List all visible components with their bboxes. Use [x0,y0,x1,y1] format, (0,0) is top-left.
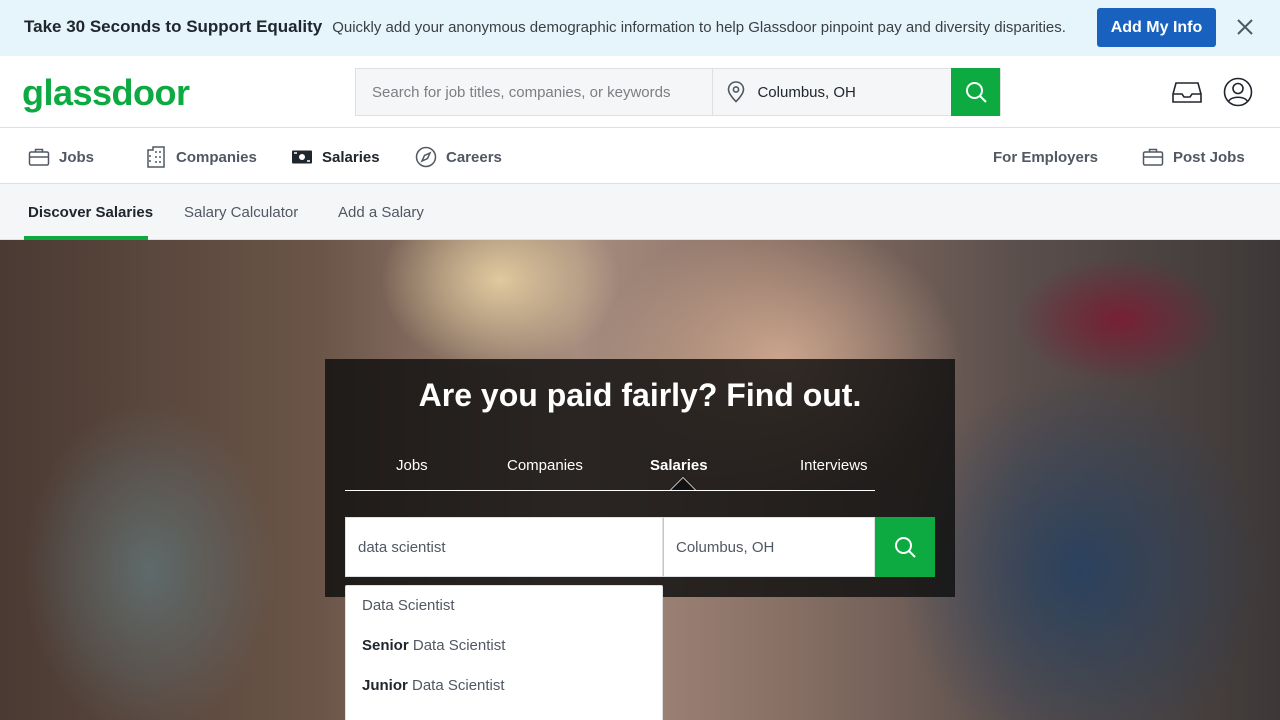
header-keyword-input[interactable] [356,69,713,115]
hero-tab-companies[interactable]: Companies [507,457,583,474]
briefcase-icon [1142,146,1164,168]
subnav-add-a-salary[interactable]: Add a Salary [338,204,424,221]
nav-for-employers[interactable]: For Employers [993,144,1098,170]
promo-banner: Take 30 Seconds to Support Equality Quic… [0,0,1280,56]
header-location-input[interactable] [751,83,932,101]
subnav-salary-calculator[interactable]: Salary Calculator [184,204,298,221]
suggestion-item[interactable]: Data Scientist [362,597,455,614]
header-search-bar [355,68,1001,116]
suggestion-text: Data Scientist [362,597,455,614]
inbox-button[interactable] [1170,76,1204,108]
suggestion-text: Data Scientist [408,637,506,654]
nav-for-employers-label: For Employers [993,148,1099,166]
hero-search-panel: Are you paid fairly? Find out. Jobs Comp… [325,359,955,597]
nav-jobs[interactable]: Jobs [28,144,94,170]
hero-keyword-input[interactable] [345,517,663,577]
suggestion-prefix: Senior [362,637,409,654]
search-icon [965,82,987,103]
hero-tab-salaries[interactable]: Salaries [650,457,708,474]
inbox-icon [1172,82,1202,103]
salaries-subnav: Discover Salaries Salary Calculator Add … [0,184,1280,240]
hero-tab-jobs[interactable]: Jobs [396,457,428,474]
hero-tab-interviews[interactable]: Interviews [800,457,868,474]
suggestion-text: Data Scientist [407,677,505,694]
nav-careers[interactable]: Careers [415,144,502,170]
nav-companies-label: Companies [176,148,257,166]
autocomplete-dropdown: Data Scientist Senior Data Scientist Jun… [345,585,663,720]
location-pin-icon[interactable] [721,77,751,107]
header-search-button[interactable] [951,68,1001,116]
hero-section: Are you paid fairly? Find out. Jobs Comp… [0,240,1280,720]
hero-search-button[interactable] [875,517,935,577]
nav-companies[interactable]: Companies [145,144,257,170]
nav-salaries-label: Salaries [322,148,380,166]
suggestion-item[interactable]: Junior Data Scientist [362,677,505,694]
location-field [713,69,951,115]
hero-search-form [345,517,935,577]
active-tab-caret [670,477,696,490]
nav-post-jobs[interactable]: Post Jobs [1142,144,1245,170]
hero-title: Are you paid fairly? Find out. [418,377,862,413]
briefcase-icon [28,146,50,168]
money-icon [291,146,313,168]
site-header: glassdoor [0,56,1280,128]
close-icon [1237,19,1253,35]
nav-salaries[interactable]: Salaries [291,144,380,170]
hero-tabs: Jobs Companies Salaries Interviews [345,455,875,491]
nav-post-jobs-label: Post Jobs [1173,148,1245,166]
building-icon [145,146,167,168]
promo-headline: Take 30 Seconds to Support Equality [24,17,323,36]
promo-text: Take 30 Seconds to Support Equality Quic… [24,17,1066,37]
user-icon [1223,77,1253,107]
glassdoor-logo[interactable]: glassdoor [22,72,190,114]
suggestion-item[interactable]: Senior Data Scientist [362,637,505,654]
search-icon [895,537,916,558]
suggestion-prefix: Junior [362,677,408,694]
promo-subtext: Quickly add your anonymous demographic i… [332,19,1066,36]
compass-icon [415,146,437,168]
profile-button[interactable] [1222,76,1254,108]
nav-careers-label: Careers [446,148,502,166]
add-my-info-button[interactable]: Add My Info [1097,8,1216,47]
subnav-discover-salaries[interactable]: Discover Salaries [28,204,153,221]
main-nav: Jobs Companies Salaries Careers For Empl… [0,128,1280,184]
nav-jobs-label: Jobs [59,148,95,166]
hero-location-input[interactable] [663,517,875,577]
close-banner-button[interactable] [1233,15,1257,39]
